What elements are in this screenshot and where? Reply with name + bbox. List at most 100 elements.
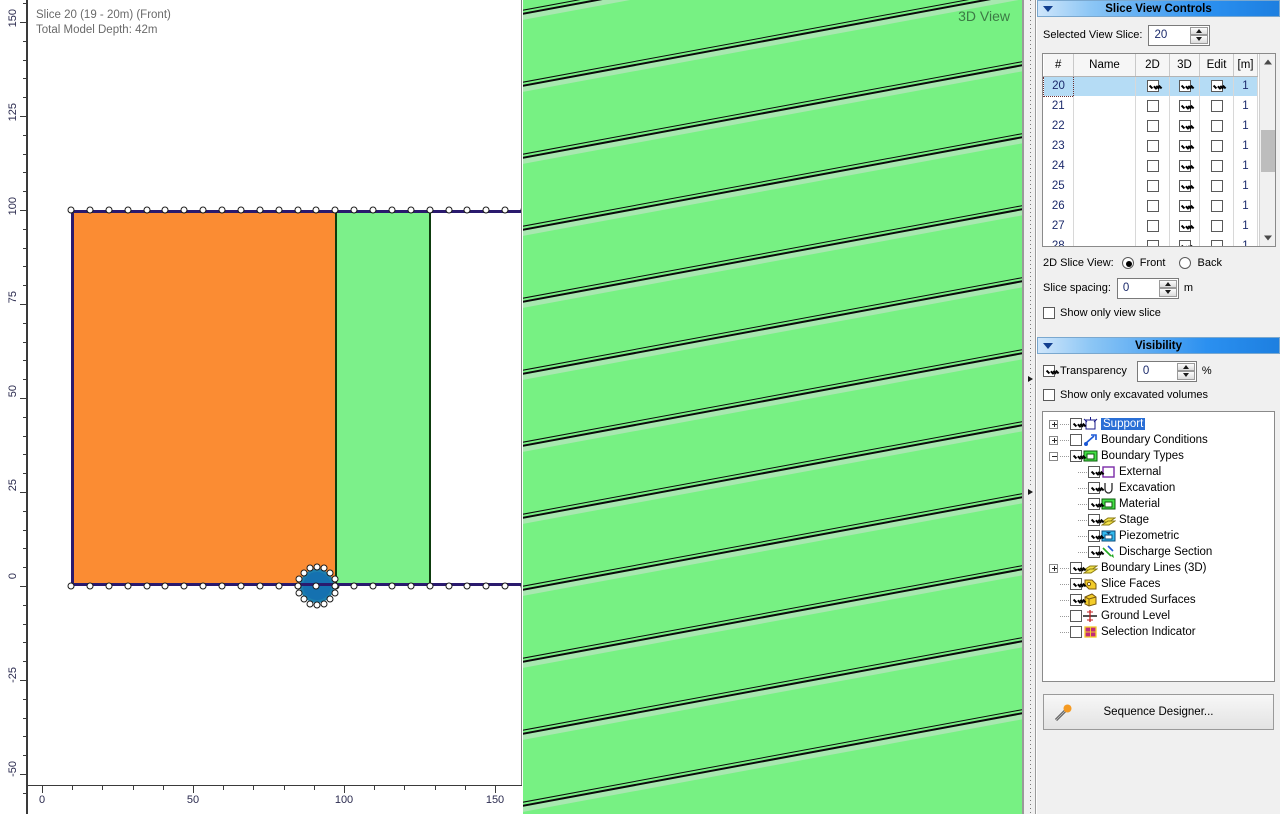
collapse-icon[interactable] bbox=[1049, 451, 1058, 461]
radio-back-icon[interactable] bbox=[1179, 257, 1192, 270]
row-checkbox[interactable] bbox=[1178, 80, 1191, 93]
spinner-up-icon[interactable] bbox=[1158, 279, 1177, 288]
chevron-down-icon[interactable] bbox=[1043, 5, 1054, 14]
slice-2d-cell[interactable] bbox=[1135, 96, 1170, 116]
column-header[interactable]: 2D bbox=[1135, 54, 1170, 77]
slice-edit-cell[interactable] bbox=[1199, 176, 1234, 196]
chevron-down-icon[interactable] bbox=[1043, 342, 1054, 351]
table-row[interactable]: 26 1 bbox=[1043, 196, 1258, 216]
sequence-designer-button[interactable]: Sequence Designer... bbox=[1043, 694, 1274, 730]
material-region-green[interactable] bbox=[336, 210, 430, 586]
spinner-down-icon[interactable] bbox=[1190, 35, 1209, 44]
tree-item[interactable]: Boundary Lines (3D) bbox=[1049, 560, 1274, 576]
slice-2d-cell[interactable] bbox=[1135, 136, 1170, 156]
slice-name[interactable] bbox=[1073, 76, 1136, 96]
row-checkbox[interactable] bbox=[1146, 199, 1159, 212]
table-row[interactable]: 24 1 bbox=[1043, 156, 1258, 176]
selected-view-slice-spinner[interactable] bbox=[1148, 24, 1211, 46]
tree-item[interactable]: Boundary Types bbox=[1049, 448, 1274, 464]
table-row[interactable]: 20 1 bbox=[1043, 75, 1258, 97]
slice-2d-cell[interactable] bbox=[1135, 76, 1170, 96]
slice-edit-cell[interactable] bbox=[1199, 196, 1234, 216]
tree-item[interactable]: Support bbox=[1049, 416, 1274, 432]
row-checkbox[interactable] bbox=[1178, 119, 1191, 132]
transparency-checkbox[interactable] bbox=[1043, 365, 1055, 377]
column-header[interactable]: [m] bbox=[1233, 54, 1258, 77]
radio-back[interactable]: Back bbox=[1179, 257, 1222, 270]
column-header[interactable]: Edit bbox=[1199, 54, 1234, 77]
tree-item[interactable]: Ground Level bbox=[1049, 608, 1274, 624]
3d-view[interactable]: 3D View bbox=[523, 0, 1023, 814]
slice-spacing-spinner[interactable] bbox=[1116, 277, 1179, 299]
tree-item-checkbox[interactable] bbox=[1088, 546, 1100, 558]
slice-edit-cell[interactable] bbox=[1199, 116, 1234, 136]
row-checkbox[interactable] bbox=[1210, 159, 1223, 172]
slice-edit-cell[interactable] bbox=[1199, 96, 1234, 116]
slice-name[interactable] bbox=[1073, 116, 1136, 136]
material-region-white[interactable] bbox=[430, 210, 521, 586]
row-checkbox[interactable] bbox=[1210, 179, 1223, 192]
tree-item-checkbox[interactable] bbox=[1070, 418, 1082, 430]
row-checkbox[interactable] bbox=[1178, 219, 1191, 232]
show-only-excavated-row[interactable]: Show only excavated volumes bbox=[1037, 385, 1280, 405]
slice-2d-cell[interactable] bbox=[1135, 216, 1170, 236]
scrollbar-thumb[interactable] bbox=[1261, 130, 1275, 172]
slice-name[interactable] bbox=[1073, 156, 1136, 176]
spinner-up-icon[interactable] bbox=[1190, 26, 1209, 35]
slice-edit-cell[interactable] bbox=[1199, 136, 1234, 156]
tree-item[interactable]: Discharge Section bbox=[1049, 544, 1274, 560]
tree-item-checkbox[interactable] bbox=[1088, 530, 1100, 542]
spinner-down-icon[interactable] bbox=[1158, 288, 1177, 297]
expand-icon[interactable] bbox=[1049, 563, 1058, 573]
2d-plot-area[interactable] bbox=[29, 0, 521, 785]
slice-name[interactable] bbox=[1073, 136, 1136, 156]
row-checkbox[interactable] bbox=[1146, 99, 1159, 112]
tree-item-checkbox[interactable] bbox=[1088, 482, 1100, 494]
model-geometry[interactable] bbox=[67, 206, 521, 609]
expand-icon[interactable] bbox=[1049, 419, 1058, 429]
slice-name[interactable] bbox=[1073, 196, 1136, 216]
visibility-tree[interactable]: Support Boundary Conditions Boundary Types… bbox=[1042, 411, 1275, 682]
row-checkbox[interactable] bbox=[1210, 239, 1223, 246]
row-checkbox[interactable] bbox=[1146, 179, 1159, 192]
radio-front[interactable]: Front bbox=[1121, 257, 1165, 270]
slice-3d-cell[interactable] bbox=[1169, 96, 1200, 116]
tree-item-checkbox[interactable] bbox=[1088, 514, 1100, 526]
slice-3d-cell[interactable] bbox=[1169, 216, 1200, 236]
row-checkbox[interactable] bbox=[1178, 99, 1191, 112]
radio-front-icon[interactable] bbox=[1121, 257, 1134, 270]
tree-item-checkbox[interactable] bbox=[1070, 434, 1082, 446]
tree-item-checkbox[interactable] bbox=[1070, 610, 1082, 622]
row-checkbox[interactable] bbox=[1210, 139, 1223, 152]
slice-3d-cell[interactable] bbox=[1169, 156, 1200, 176]
table-row[interactable]: 25 1 bbox=[1043, 176, 1258, 196]
table-row[interactable]: 22 1 bbox=[1043, 116, 1258, 136]
material-region-orange[interactable] bbox=[71, 210, 336, 586]
row-checkbox[interactable] bbox=[1178, 159, 1191, 172]
row-checkbox[interactable] bbox=[1210, 219, 1223, 232]
panel-splitter[interactable] bbox=[1023, 0, 1036, 814]
slice-2d-cell[interactable] bbox=[1135, 236, 1170, 246]
slice-3d-cell[interactable] bbox=[1169, 136, 1200, 156]
slice-edit-cell[interactable] bbox=[1199, 236, 1234, 246]
show-only-excavated-checkbox[interactable] bbox=[1043, 389, 1055, 401]
slice-2d-cell[interactable] bbox=[1135, 156, 1170, 176]
row-checkbox[interactable] bbox=[1146, 219, 1159, 232]
tree-item[interactable]: Extruded Surfaces bbox=[1049, 592, 1274, 608]
column-header[interactable]: Name bbox=[1073, 54, 1136, 77]
scroll-down-icon[interactable] bbox=[1260, 230, 1275, 246]
row-checkbox[interactable] bbox=[1178, 239, 1191, 246]
row-checkbox[interactable] bbox=[1146, 239, 1159, 246]
column-header[interactable]: 3D bbox=[1169, 54, 1200, 77]
tree-item-checkbox[interactable] bbox=[1070, 594, 1082, 606]
tree-item-checkbox[interactable] bbox=[1070, 562, 1082, 574]
tree-item[interactable]: Excavation bbox=[1049, 480, 1274, 496]
slices-table[interactable]: # Name 2D 3D Edit [m] 20 1 21 1 22 1 23 1 24 1 25 1 26 1 27… bbox=[1042, 53, 1276, 247]
slice-edit-cell[interactable] bbox=[1199, 76, 1234, 96]
row-checkbox[interactable] bbox=[1210, 119, 1223, 132]
table-row[interactable]: 27 1 bbox=[1043, 216, 1258, 236]
tree-item-checkbox[interactable] bbox=[1070, 626, 1082, 638]
tree-item[interactable]: External bbox=[1049, 464, 1274, 480]
tree-item[interactable]: Stage bbox=[1049, 512, 1274, 528]
row-checkbox[interactable] bbox=[1146, 80, 1159, 93]
